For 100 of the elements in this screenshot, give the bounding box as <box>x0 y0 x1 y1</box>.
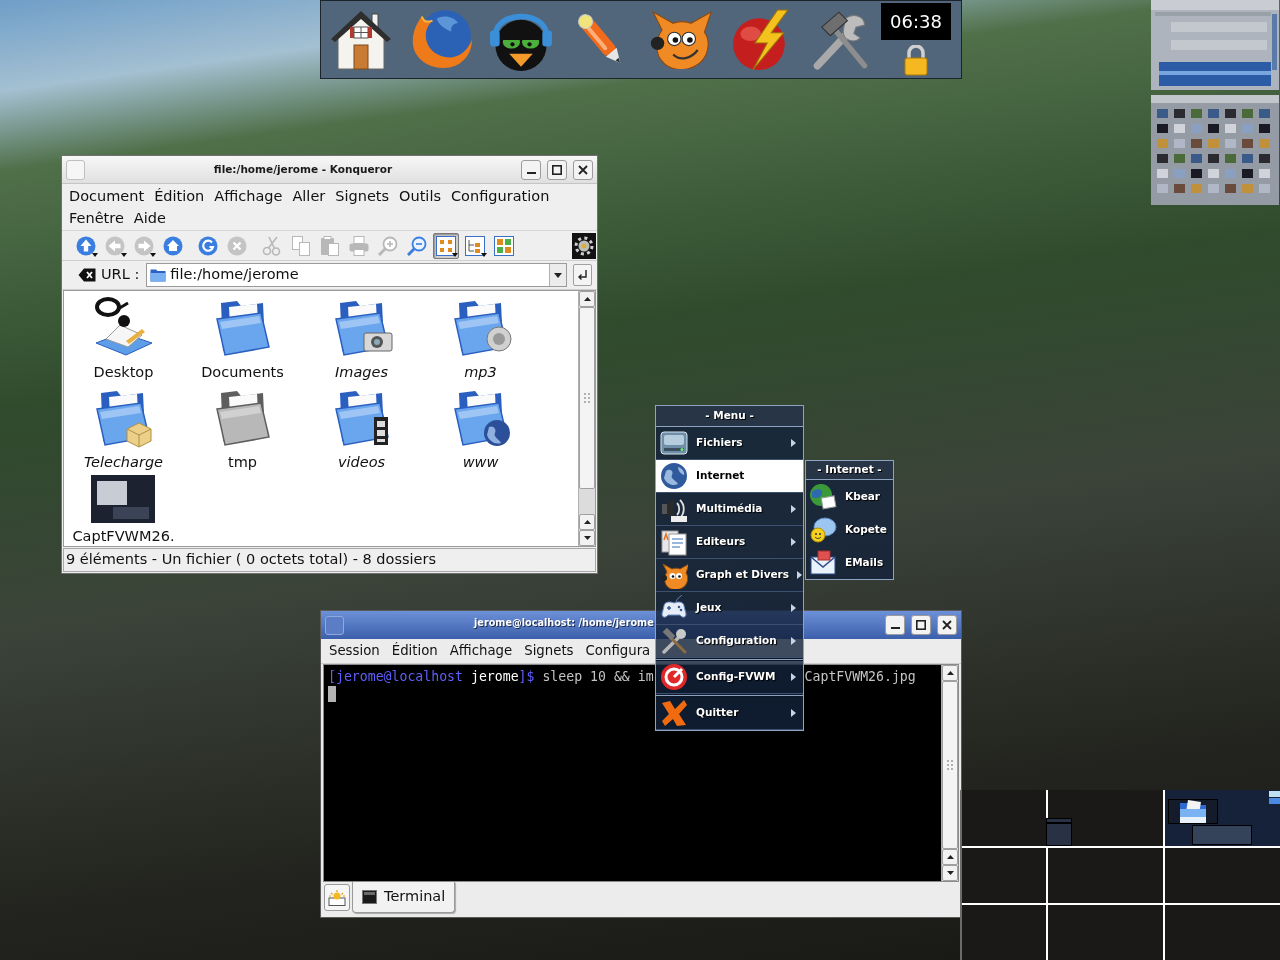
stop-icon <box>227 235 247 256</box>
cross-icon <box>660 699 688 727</box>
close-icon <box>942 620 952 630</box>
menu-item[interactable]: Jeux <box>656 592 803 625</box>
paste-icon <box>320 235 340 256</box>
menu-item[interactable]: Graph et Divers <box>656 559 803 592</box>
gear-icon[interactable] <box>572 232 596 259</box>
new-session-button[interactable] <box>324 884 350 911</box>
scroll-up-button[interactable] <box>579 514 595 530</box>
globe-icon <box>660 462 688 490</box>
up-arrow-icon <box>583 297 591 301</box>
columns-icon <box>494 235 514 256</box>
envelope-icon <box>809 548 837 577</box>
tab[interactable]: Terminal <box>352 882 456 913</box>
scrollbar-thumb[interactable] <box>579 307 595 490</box>
speaker-icon <box>660 495 688 523</box>
clock-display: 06:38 <box>881 3 951 40</box>
minimize-icon <box>526 171 536 174</box>
location-field[interactable]: file:/home/jerome <box>146 263 567 287</box>
dropdown-button[interactable] <box>549 264 566 286</box>
status-bar: 9 éléments - Un fichier ( 0 octets total) - 8 dossiers <box>63 548 596 572</box>
icon-grid-icon <box>436 235 456 256</box>
scroll-down-button[interactable] <box>579 530 595 546</box>
fox-head-icon <box>660 561 688 589</box>
menu-title: - Menu - <box>656 406 803 427</box>
return-arrow-icon <box>577 269 588 281</box>
menu-item[interactable]: Editeurs <box>656 526 803 559</box>
backspace-icon[interactable] <box>78 268 96 282</box>
menu-item[interactable]: Document <box>66 185 148 207</box>
scroll-down-button[interactable] <box>942 865 958 881</box>
menu-item[interactable]: Outils <box>396 185 444 207</box>
menu-item[interactable]: Kopete <box>806 513 893 546</box>
menu-item[interactable]: Configuration <box>448 185 553 207</box>
scroll-up-button[interactable] <box>942 849 958 865</box>
documents-icon <box>660 528 688 556</box>
scroll-up-button[interactable] <box>579 291 595 307</box>
menu-item[interactable]: Config-FVWM <box>656 661 803 694</box>
menu-item[interactable]: Signets <box>332 185 393 207</box>
down-arrow-icon <box>583 536 591 540</box>
minimize-button[interactable] <box>885 615 905 635</box>
menu-item[interactable]: Session <box>324 640 385 662</box>
menu-item[interactable]: Signets <box>519 640 579 662</box>
reload-icon <box>198 235 218 256</box>
menu-title: - Internet - <box>806 461 893 480</box>
menu-item[interactable]: Kbear <box>806 480 893 513</box>
folder-item[interactable]: www <box>448 385 513 471</box>
scroll-up-button[interactable] <box>942 665 958 681</box>
window-title: file:/home/jerome - Konqueror <box>212 161 394 177</box>
url-label: URL : <box>101 265 140 285</box>
menu-item[interactable]: Fichiers <box>656 427 803 460</box>
menu-item[interactable]: Fenêtre <box>66 207 127 229</box>
up-arrow-icon <box>946 671 954 675</box>
maximize-button[interactable] <box>547 159 567 180</box>
menu-item[interactable]: Aller <box>289 185 329 207</box>
folder-item[interactable]: Desktop <box>91 295 156 381</box>
fox-head-icon[interactable] <box>648 10 714 69</box>
menu-item[interactable]: Aide <box>130 207 169 229</box>
text-cursor <box>328 686 336 702</box>
menu-item[interactable]: Édition <box>386 640 443 662</box>
lock-icon[interactable] <box>903 45 929 76</box>
house-icon[interactable] <box>330 8 392 71</box>
menu-item[interactable]: Configura <box>580 640 656 662</box>
grip-icon <box>947 760 953 770</box>
window-icon <box>1269 791 1280 804</box>
folder-item[interactable]: tmp <box>210 385 275 471</box>
close-icon <box>578 164 588 175</box>
folder-item[interactable]: Images <box>329 295 394 381</box>
command-line: [jerome@localhost jerome]$ sleep 10 && im <box>328 668 654 685</box>
mini-window <box>1046 818 1072 846</box>
command-line: CaptFVWM26.jpg <box>804 668 916 685</box>
file-item[interactable]: CaptFVWM26. <box>72 475 175 545</box>
folder-icon <box>1179 800 1207 823</box>
close-button[interactable] <box>573 159 593 180</box>
scrollbar-thumb[interactable] <box>942 681 958 849</box>
icon-view-button[interactable] <box>433 232 459 259</box>
menu-item[interactable]: Affichage <box>444 640 518 662</box>
terminal-icon <box>362 890 377 904</box>
maximize-button[interactable] <box>911 615 931 635</box>
menu-item[interactable]: Internet <box>656 460 803 493</box>
menu-item[interactable]: Quitter <box>656 697 803 730</box>
menu-item[interactable]: EMails <box>806 546 893 579</box>
folder-item[interactable]: Telecharge <box>83 385 164 471</box>
close-button[interactable] <box>937 615 957 635</box>
menu-item[interactable]: Configuration <box>656 625 803 658</box>
tools-icon <box>660 627 688 655</box>
folder-item[interactable]: videos <box>329 385 394 471</box>
maximize-icon <box>916 620 926 630</box>
go-button[interactable] <box>573 264 592 286</box>
menu-item[interactable]: Édition <box>151 185 208 207</box>
folder-item[interactable]: mp3 <box>448 295 513 381</box>
smiley-bubble-icon <box>809 515 837 544</box>
menu-item[interactable]: Affichage <box>211 185 286 207</box>
hard-drive-icon <box>660 429 688 457</box>
minimize-button[interactable] <box>521 159 541 180</box>
menu-item[interactable]: Multimédia <box>656 493 803 526</box>
zoom-in-icon <box>378 235 398 256</box>
folder-item[interactable]: Documents <box>201 295 284 381</box>
grip-icon <box>584 393 590 404</box>
image-thumbnail <box>91 475 156 523</box>
maximize-icon <box>552 164 562 175</box>
